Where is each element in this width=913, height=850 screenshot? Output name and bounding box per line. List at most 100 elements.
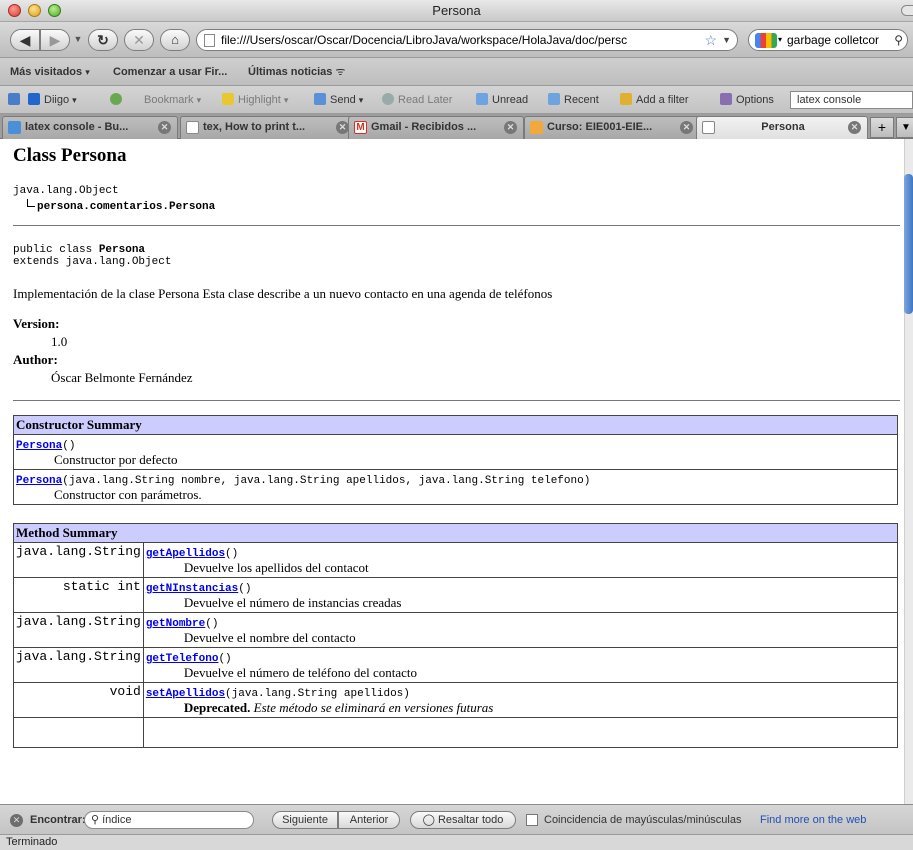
status-bar: Terminado [0,834,913,850]
back-button[interactable]: ◀ [10,29,40,51]
class-description: Implementación de la clase Persona Esta … [13,286,553,301]
diigo-toolbar: Diigo ▾ Bookmark ▾ Highlight ▾ Send ▾ Re… [0,86,913,114]
hierarchy-child-row: persona.comentarios.Persona [13,199,900,215]
tab-latex-console[interactable]: latex console - Bu... ✕ [2,116,178,139]
list-tabs-icon: ▼ [901,122,911,133]
method-link[interactable]: getTelefono [146,653,219,665]
find-input[interactable]: ⚲ índice [84,811,254,829]
chevron-down-icon: ▾ [85,67,90,77]
close-tab-icon[interactable]: ✕ [680,121,693,134]
table-row: Persona(java.lang.String nombre, java.la… [13,469,898,505]
minimize-window-button[interactable] [28,4,41,17]
search-text: garbage colletcor [787,33,880,47]
close-tab-icon[interactable]: ✕ [504,121,517,134]
page-content[interactable]: Class Persona java.lang.Object persona.c… [0,139,913,804]
match-case-label: Coincidencia de mayúsculas/minúsculas [544,814,742,826]
toolbar-toggle-button[interactable] [901,5,913,16]
highlight-button[interactable]: Highlight ▾ [222,86,288,114]
tab-favicon [186,121,199,134]
tab-gmail[interactable]: M Gmail - Recibidos ... ✕ [348,116,524,139]
bookmark-button[interactable]: Bookmark ▾ [144,86,201,114]
page-icon [204,34,215,47]
zoom-window-button[interactable] [48,4,61,17]
method-link[interactable]: getNombre [146,618,205,630]
forward-arrow-icon: ▶ [49,32,61,48]
tab-persona[interactable]: Persona ✕ [696,116,868,139]
close-window-button[interactable] [8,4,21,17]
bookmarks-toolbar: Más visitados ▾ Comenzar a usar Fir... Ú… [0,58,913,86]
reload-button[interactable]: ↻ [88,29,118,51]
vertical-scrollbar[interactable] [904,139,913,804]
tab-tex-print[interactable]: tex, How to print t... ✕ [180,116,356,139]
tab-favicon [8,121,21,134]
chevron-down-icon: ▼ [73,34,83,44]
search-input[interactable]: ▾ garbage colletcor ⚲ [748,29,908,51]
tab-strip: latex console - Bu... ✕ tex, How to prin… [0,114,913,139]
moodle-icon [530,121,543,134]
history-dropdown-button[interactable]: ▼ [72,29,84,51]
folder-icon [548,93,560,105]
stop-button[interactable]: ✕ [124,29,154,51]
author-value: Óscar Belmonte Fernández [51,370,193,385]
find-more-link[interactable]: Find more on the web [760,805,866,835]
highlight-all-button[interactable]: ◯ Resaltar todo [410,811,516,829]
window-title: Persona [432,3,481,18]
find-next-button[interactable]: Siguiente [272,811,338,829]
method-link[interactable]: getApellidos [146,548,225,560]
status-text: Terminado [6,836,58,848]
window-titlebar: Persona [0,0,913,22]
find-previous-button[interactable]: Anterior [338,811,400,829]
tab-list-button[interactable]: ▼ [896,117,913,138]
url-input[interactable]: file:///Users/oscar/Oscar/Docencia/Libro… [196,29,738,51]
rss-icon: ᯤ [335,66,346,78]
method-link[interactable]: getNInstancias [146,583,238,595]
bookmark-star-icon[interactable]: ☆ [704,30,717,50]
new-tab-button[interactable]: + [870,117,894,138]
url-text: file:///Users/oscar/Oscar/Docencia/Libro… [221,33,628,47]
match-case-checkbox[interactable] [526,814,538,826]
unread-button[interactable]: Unread [476,86,528,114]
diigo-leaf-icon[interactable] [110,86,126,114]
forward-button[interactable]: ▶ [40,29,70,51]
constructor-link[interactable]: Persona [16,475,62,487]
send-button[interactable]: Send ▾ [314,86,363,114]
author-label: Author: [13,352,58,367]
diigo-brand-button[interactable]: Diigo ▾ [28,86,77,114]
bookmark-most-visited[interactable]: Más visitados ▾ [10,58,90,86]
constructor-summary-table: Constructor Summary Persona() Constructo… [13,415,898,505]
divider [13,225,900,226]
engine-dropdown-icon[interactable]: ▾ [778,30,782,50]
gmail-icon: M [354,121,367,134]
diigo-menu-icon[interactable] [8,86,24,114]
options-button[interactable]: Options [720,86,774,114]
method-link[interactable]: setApellidos [146,688,225,700]
bookmark-latest-news[interactable]: Últimas noticias ᯤ [248,58,345,86]
class-declaration: public class Persona extends java.lang.O… [13,244,172,268]
tab-curso[interactable]: Curso: EIE001-EIE... ✕ [524,116,700,139]
table-row: Persona() Constructor por defecto [13,434,898,470]
constructor-link[interactable]: Persona [16,440,62,452]
home-button[interactable]: ⌂ [160,29,190,51]
close-tab-icon[interactable]: ✕ [158,121,171,134]
url-dropdown-icon[interactable]: ▼ [722,30,731,50]
close-find-bar-icon[interactable]: ✕ [10,814,23,827]
recent-button[interactable]: Recent [548,86,599,114]
highlight-icon [222,93,234,105]
back-arrow-icon: ◀ [19,32,31,48]
bookmark-getting-started[interactable]: Comenzar a usar Fir... [113,58,227,86]
read-later-button[interactable]: Read Later [382,86,452,114]
search-icon[interactable]: ⚲ [894,30,903,50]
class-title: Class Persona [13,145,127,166]
tab-favicon [702,121,715,134]
table-row: java.lang.String getTelefono() Devuelve … [13,647,899,683]
diigo-search-input[interactable]: latex console [790,91,913,109]
scrollbar-thumb[interactable] [904,174,913,314]
add-filter-button[interactable]: Add a filter [620,86,689,114]
options-icon [720,93,732,105]
google-engine-icon[interactable] [755,33,777,48]
find-bar: ✕ Encontrar: ⚲ índice Siguiente Anterior… [0,804,913,834]
close-tab-icon[interactable]: ✕ [848,121,861,134]
method-summary-table: Method Summary java.lang.String getApell… [13,523,899,748]
folder-icon [476,93,488,105]
find-label: Encontrar: [30,814,86,826]
